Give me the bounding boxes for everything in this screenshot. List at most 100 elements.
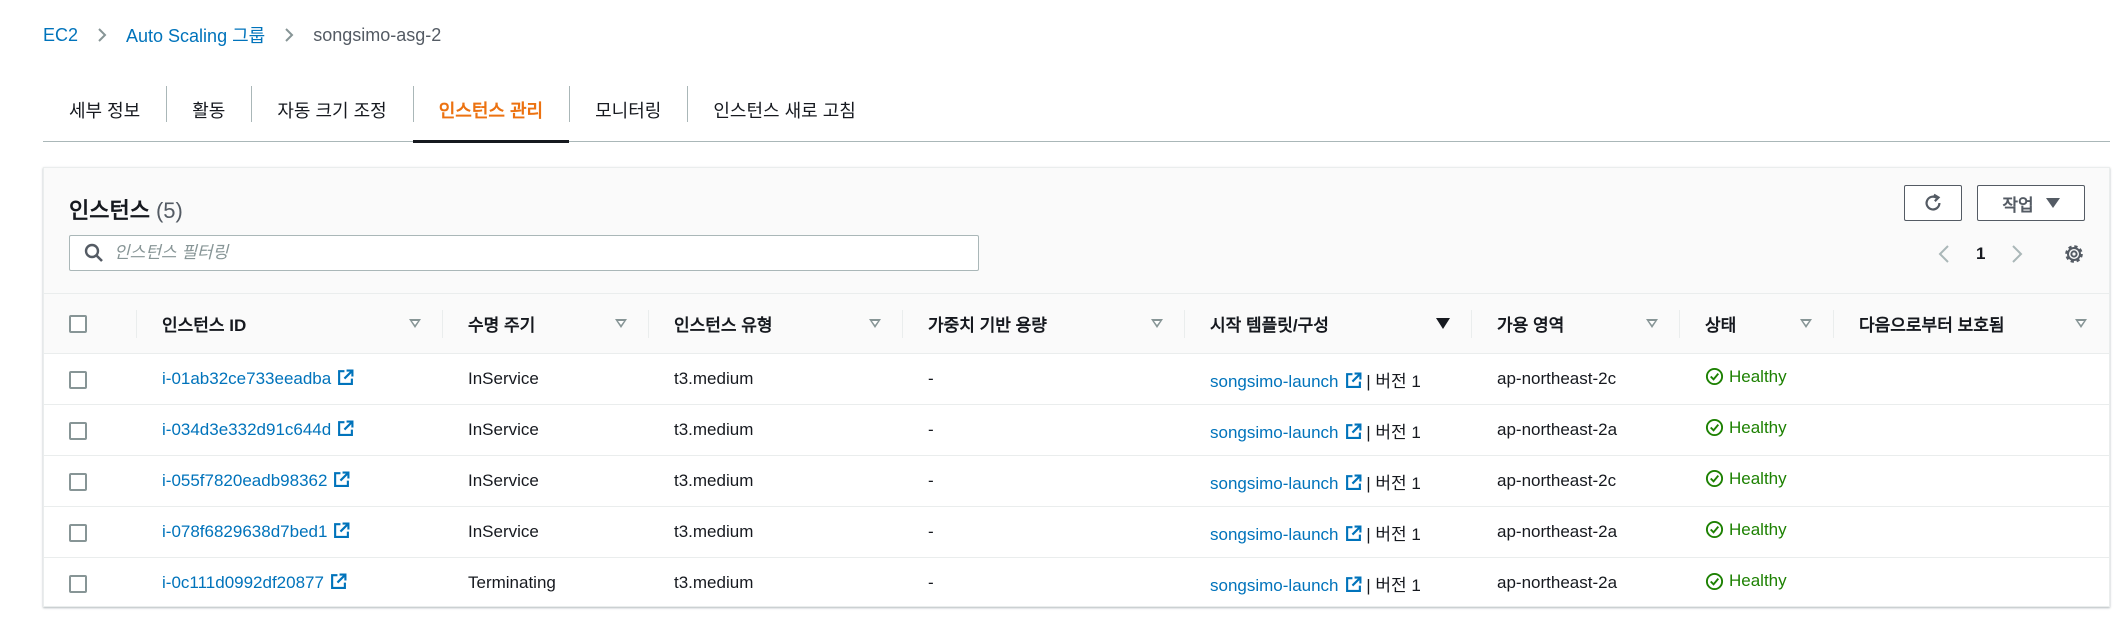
launch-template-link[interactable]: songsimo-launch — [1210, 474, 1339, 493]
row-checkbox[interactable] — [69, 421, 87, 440]
column-header-weighted-capacity[interactable]: 가중치 기반 용량 — [903, 293, 1185, 354]
sort-descending-icon — [1436, 318, 1450, 329]
panel-title: 인스턴스 (5) — [69, 193, 183, 225]
row-checkbox[interactable] — [69, 574, 87, 593]
column-header-status[interactable]: 상태 — [1680, 293, 1834, 354]
lifecycle-cell: InService — [468, 369, 539, 388]
tab-bar: 세부 정보 활동 자동 크기 조정 인스턴스 관리 모니터링 인스턴스 새로 고… — [43, 78, 2110, 143]
external-link-icon[interactable] — [330, 573, 347, 590]
status-text: Healthy — [1729, 468, 1787, 488]
template-version: | 버전 1 — [1366, 575, 1421, 595]
table-row: i-055f7820eadb98362 InService t3.medium … — [44, 456, 2109, 507]
weighted-capacity-cell: - — [928, 522, 934, 541]
page-number[interactable]: 1 — [1976, 244, 1985, 264]
previous-page-button[interactable] — [1932, 242, 1956, 266]
breadcrumb-ec2[interactable]: EC2 — [43, 25, 78, 46]
sort-icon — [1151, 319, 1163, 328]
column-label: 가중치 기반 용량 — [928, 316, 1047, 335]
breadcrumb-current: songsimo-asg-2 — [313, 24, 442, 45]
instance-type-cell: t3.medium — [674, 522, 754, 541]
launch-template-link[interactable]: songsimo-launch — [1210, 576, 1339, 595]
table-row: i-0c111d0992df20877 Terminating t3.mediu… — [44, 558, 2109, 609]
availability-zone-cell: ap-northeast-2a — [1497, 522, 1618, 541]
instance-id-link[interactable]: i-034d3e332d91c644d — [162, 420, 331, 439]
column-label: 시작 템플릿/구성 — [1210, 316, 1329, 335]
breadcrumb-auto-scaling-groups[interactable]: Auto Scaling 그룹 — [126, 22, 265, 48]
instance-id-link[interactable]: i-055f7820eadb98362 — [162, 471, 327, 490]
protected-from-cell — [1834, 507, 2109, 558]
status-text: Healthy — [1729, 519, 1787, 539]
column-header-instance-id[interactable]: 인스턴스 ID — [137, 293, 443, 354]
launch-template-link[interactable]: songsimo-launch — [1210, 525, 1339, 544]
external-link-icon[interactable] — [1345, 372, 1362, 389]
external-link-icon[interactable] — [333, 471, 350, 488]
availability-zone-cell: ap-northeast-2c — [1497, 369, 1617, 388]
external-link-icon[interactable] — [1345, 423, 1362, 440]
table-row: i-01ab32ce733eeadba InService t3.medium … — [44, 354, 2109, 405]
tab-instance-management[interactable]: 인스턴스 관리 — [412, 78, 570, 143]
sort-icon — [1646, 319, 1658, 328]
weighted-capacity-cell: - — [928, 573, 934, 593]
row-checkbox[interactable] — [69, 523, 87, 542]
check-circle-icon — [1705, 521, 1724, 539]
sort-icon — [869, 319, 881, 328]
external-link-icon[interactable] — [1345, 576, 1362, 593]
availability-zone-cell: ap-northeast-2a — [1497, 573, 1618, 593]
instance-id-link[interactable]: i-078f6829638d7bed1 — [162, 522, 327, 541]
tab-automatic-scaling[interactable]: 자동 크기 조정 — [251, 78, 412, 141]
check-circle-icon — [1705, 470, 1724, 488]
lifecycle-cell: Terminating — [468, 573, 556, 593]
column-header-protected-from[interactable]: 다음으로부터 보호됨 — [1834, 293, 2109, 354]
refresh-button[interactable] — [1904, 185, 1962, 221]
refresh-icon — [1925, 193, 1941, 211]
check-circle-icon — [1705, 419, 1724, 437]
instance-type-cell: t3.medium — [674, 420, 754, 439]
tab-monitoring[interactable]: 모니터링 — [569, 78, 687, 141]
status-badge: Healthy — [1705, 418, 1787, 438]
external-link-icon[interactable] — [337, 369, 354, 386]
instance-id-link[interactable]: i-0c111d0992df20877 — [162, 573, 324, 592]
actions-dropdown-button[interactable]: 작업 — [1977, 185, 2085, 221]
select-all-checkbox[interactable] — [69, 315, 87, 334]
chevron-left-icon — [1938, 245, 1949, 263]
instances-table: 인스턴스 ID 수명 주기 인스턴스 유형 가중치 기반 용량 시작 템플릿/구… — [44, 293, 2109, 609]
chevron-right-icon — [2012, 245, 2023, 263]
protected-from-cell — [1834, 354, 2109, 405]
column-label: 수명 주기 — [468, 316, 536, 335]
instance-id-link[interactable]: i-01ab32ce733eeadba — [162, 369, 331, 388]
status-badge: Healthy — [1705, 520, 1787, 540]
row-checkbox[interactable] — [69, 370, 87, 389]
next-page-button[interactable] — [2005, 242, 2029, 266]
gear-icon[interactable] — [2062, 242, 2086, 266]
tab-instance-refresh[interactable]: 인스턴스 새로 고침 — [687, 78, 881, 141]
tab-activity[interactable]: 활동 — [166, 78, 251, 141]
check-circle-icon — [1705, 572, 1724, 590]
launch-template-link[interactable]: songsimo-launch — [1210, 423, 1339, 442]
table-header-row: 인스턴스 ID 수명 주기 인스턴스 유형 가중치 기반 용량 시작 템플릿/구… — [44, 293, 2109, 354]
tab-details[interactable]: 세부 정보 — [43, 78, 166, 141]
sort-icon — [2075, 319, 2087, 328]
lifecycle-cell: InService — [468, 522, 539, 541]
panel-header — [44, 168, 2109, 293]
protected-from-cell — [1834, 405, 2109, 456]
check-circle-icon — [1705, 368, 1724, 386]
external-link-icon[interactable] — [1345, 474, 1362, 491]
external-link-icon[interactable] — [337, 420, 354, 437]
column-header-instance-type[interactable]: 인스턴스 유형 — [649, 293, 903, 354]
column-header-lifecycle[interactable]: 수명 주기 — [443, 293, 649, 354]
column-header-launch-template[interactable]: 시작 템플릿/구성 — [1185, 293, 1472, 354]
template-version: | 버전 1 — [1366, 422, 1421, 442]
column-label: 상태 — [1705, 316, 1737, 335]
filter-input[interactable] — [114, 243, 954, 263]
external-link-icon[interactable] — [333, 522, 350, 539]
status-badge: Healthy — [1705, 367, 1787, 387]
availability-zone-cell: ap-northeast-2c — [1497, 471, 1617, 490]
instance-filter[interactable] — [69, 235, 979, 271]
sort-icon — [615, 319, 627, 328]
column-header-availability-zone[interactable]: 가용 영역 — [1472, 293, 1680, 354]
column-label: 인스턴스 유형 — [674, 316, 773, 335]
row-checkbox[interactable] — [69, 472, 87, 491]
external-link-icon[interactable] — [1345, 525, 1362, 542]
status-text: Healthy — [1729, 417, 1787, 437]
launch-template-link[interactable]: songsimo-launch — [1210, 372, 1339, 391]
